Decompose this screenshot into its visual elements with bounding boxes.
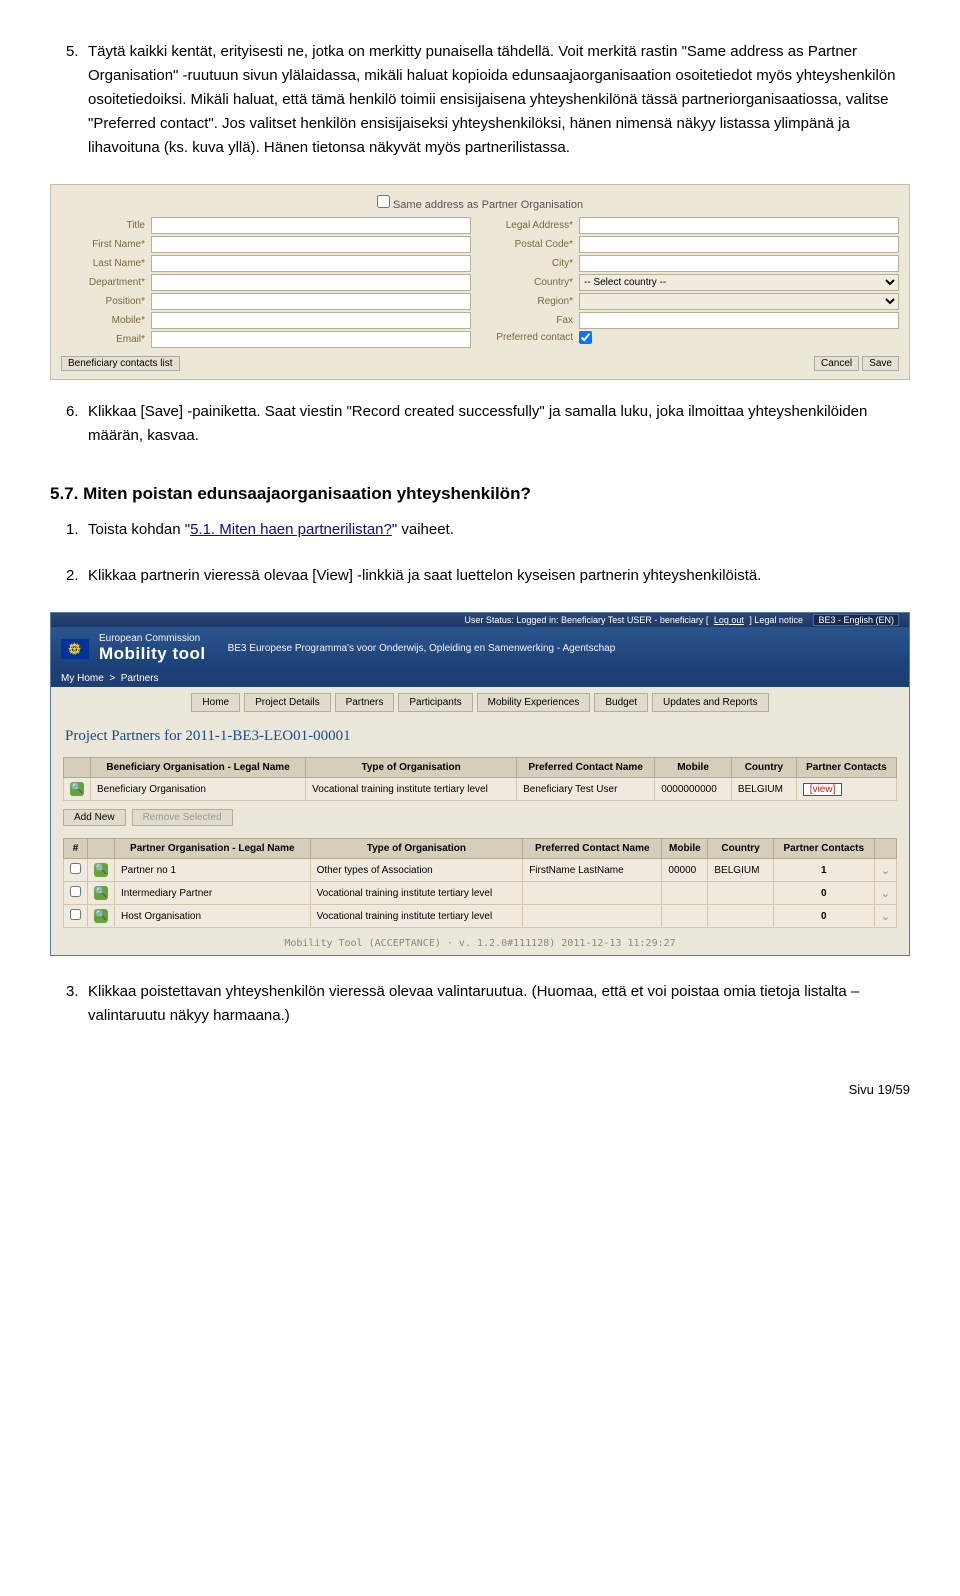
banner-sub: BE3 Europese Programma's voor Onderwijs,… (228, 643, 616, 654)
step-3-number: 3. (66, 980, 88, 1042)
input-firstname[interactable] (151, 236, 471, 253)
same-address-label: Same address as Partner Organisation (393, 199, 583, 211)
form-left-column: Title First Name* Last Name* Department*… (61, 217, 471, 350)
label-city: City* (489, 258, 579, 269)
table-row: 🔍 Intermediary Partner Vocational traini… (64, 882, 897, 905)
eu-flag-icon (61, 639, 89, 659)
s57-step-2: 2. Klikkaa partnerin vieressä olevaa [Vi… (66, 564, 910, 602)
user-status-bar: User Status: Logged in: Beneficiary Test… (51, 613, 909, 627)
label-region: Region* (489, 296, 579, 307)
tab-home[interactable]: Home (191, 693, 240, 712)
label-legal: Legal Address* (489, 220, 579, 231)
tab-partners[interactable]: Partners (335, 693, 395, 712)
label-postal: Postal Code* (489, 239, 579, 250)
row-checkbox[interactable] (70, 909, 81, 920)
table-row: 🔍 Beneficiary Organisation Vocational tr… (64, 778, 897, 801)
beneficiary-contacts-list-button[interactable]: Beneficiary contacts list (61, 356, 180, 371)
table-row: 🔍 Host Organisation Vocational training … (64, 905, 897, 928)
tab-updates-reports[interactable]: Updates and Reports (652, 693, 769, 712)
logout-link[interactable]: Log out (714, 615, 744, 625)
contact-form-panel: Same address as Partner Organisation Tit… (50, 184, 910, 380)
banner-ec: European Commission (99, 633, 206, 644)
app-footer: Mobility Tool (ACCEPTANCE) · v. 1.2.0#11… (51, 932, 909, 955)
banner-title: Mobility tool (99, 644, 206, 664)
s57-step-1-text: Toista kohdan "5.1. Miten haen partneril… (88, 518, 910, 542)
tab-mobility-experiences[interactable]: Mobility Experiences (477, 693, 591, 712)
s57-step-2-number: 2. (66, 564, 88, 602)
table-row: 🔍 Partner no 1 Other types of Associatio… (64, 859, 897, 882)
input-city[interactable] (579, 255, 899, 272)
chevron-down-icon[interactable]: ⌄ (881, 911, 890, 923)
project-title: Project Partners for 2011-1-BE3-LEO01-00… (51, 718, 909, 753)
input-lastname[interactable] (151, 255, 471, 272)
crumb-home[interactable]: My Home (61, 673, 104, 684)
breadcrumb: My Home > Partners (51, 670, 909, 687)
magnifier-icon[interactable]: 🔍 (94, 886, 108, 900)
same-address-row: Same address as Partner Organisation (61, 191, 899, 217)
step-6: 6. Klikkaa [Save] -painiketta. Saat vies… (66, 400, 910, 462)
preferred-contact-checkbox[interactable] (579, 331, 592, 344)
s57-step-1-number: 1. (66, 518, 88, 556)
beneficiary-table: Beneficiary Organisation - Legal Name Ty… (63, 757, 897, 801)
view-link[interactable]: [view] (803, 783, 843, 796)
step-6-number: 6. (66, 400, 88, 462)
label-lastname: Last Name* (61, 258, 151, 269)
tab-bar: Home Project Details Partners Participan… (51, 687, 909, 718)
label-position: Position* (61, 296, 151, 307)
step-6-text: Klikkaa [Save] -painiketta. Saat viestin… (88, 400, 910, 448)
chevron-down-icon[interactable]: ⌄ (881, 865, 890, 877)
tab-budget[interactable]: Budget (594, 693, 648, 712)
magnifier-icon[interactable]: 🔍 (70, 782, 84, 796)
select-region[interactable] (579, 293, 899, 310)
step-3-text: Klikkaa poistettavan yhteyshenkilön vier… (88, 980, 910, 1028)
s57-step-2-text: Klikkaa partnerin vieressä olevaa [View]… (88, 564, 910, 588)
language-selector[interactable]: BE3 - English (EN) (813, 614, 899, 626)
label-firstname: First Name* (61, 239, 151, 250)
input-postal[interactable] (579, 236, 899, 253)
partners-table: # Partner Organisation - Legal Name Type… (63, 838, 897, 928)
label-department: Department* (61, 277, 151, 288)
input-fax[interactable] (579, 312, 899, 329)
label-mobile: Mobile* (61, 315, 151, 326)
tab-project-details[interactable]: Project Details (244, 693, 330, 712)
step-5: 5. Täytä kaikki kentät, erityisesti ne, … (66, 40, 910, 174)
select-country[interactable]: -- Select country -- (579, 274, 899, 291)
label-fax: Fax (489, 315, 579, 326)
label-email: Email* (61, 334, 151, 345)
chevron-down-icon[interactable]: ⌄ (881, 888, 890, 900)
input-mobile[interactable] (151, 312, 471, 329)
label-preferred: Preferred contact (489, 332, 579, 343)
row-checkbox[interactable] (70, 886, 81, 897)
same-address-checkbox[interactable] (377, 195, 390, 208)
app-banner: European Commission Mobility tool BE3 Eu… (51, 627, 909, 670)
crumb-partners[interactable]: Partners (121, 673, 159, 684)
save-button[interactable]: Save (862, 356, 899, 371)
step-3-delete: 3. Klikkaa poistettavan yhteyshenkilön v… (66, 980, 910, 1042)
input-legal[interactable] (579, 217, 899, 234)
step-5-text: Täytä kaikki kentät, erityisesti ne, jot… (88, 40, 910, 160)
add-new-button[interactable]: Add New (63, 809, 126, 826)
input-title[interactable] (151, 217, 471, 234)
heading-5-7: 5.7. Miten poistan edunsaajaorganisaatio… (50, 484, 910, 504)
form-right-column: Legal Address* Postal Code* City* Countr… (489, 217, 899, 350)
magnifier-icon[interactable]: 🔍 (94, 909, 108, 923)
remove-selected-button[interactable]: Remove Selected (132, 809, 233, 826)
tab-participants[interactable]: Participants (398, 693, 472, 712)
mobility-tool-frame: User Status: Logged in: Beneficiary Test… (50, 612, 910, 956)
input-department[interactable] (151, 274, 471, 291)
input-position[interactable] (151, 293, 471, 310)
label-country: Country* (489, 277, 579, 288)
magnifier-icon[interactable]: 🔍 (94, 863, 108, 877)
step-5-number: 5. (66, 40, 88, 174)
label-title: Title (61, 220, 151, 231)
input-email[interactable] (151, 331, 471, 348)
page-number: Sivu 19/59 (50, 1082, 910, 1097)
link-5-1[interactable]: 5.1. Miten haen partnerilistan? (190, 521, 392, 538)
row-checkbox[interactable] (70, 863, 81, 874)
s57-step-1: 1. Toista kohdan "5.1. Miten haen partne… (66, 518, 910, 556)
cancel-button[interactable]: Cancel (814, 356, 859, 371)
